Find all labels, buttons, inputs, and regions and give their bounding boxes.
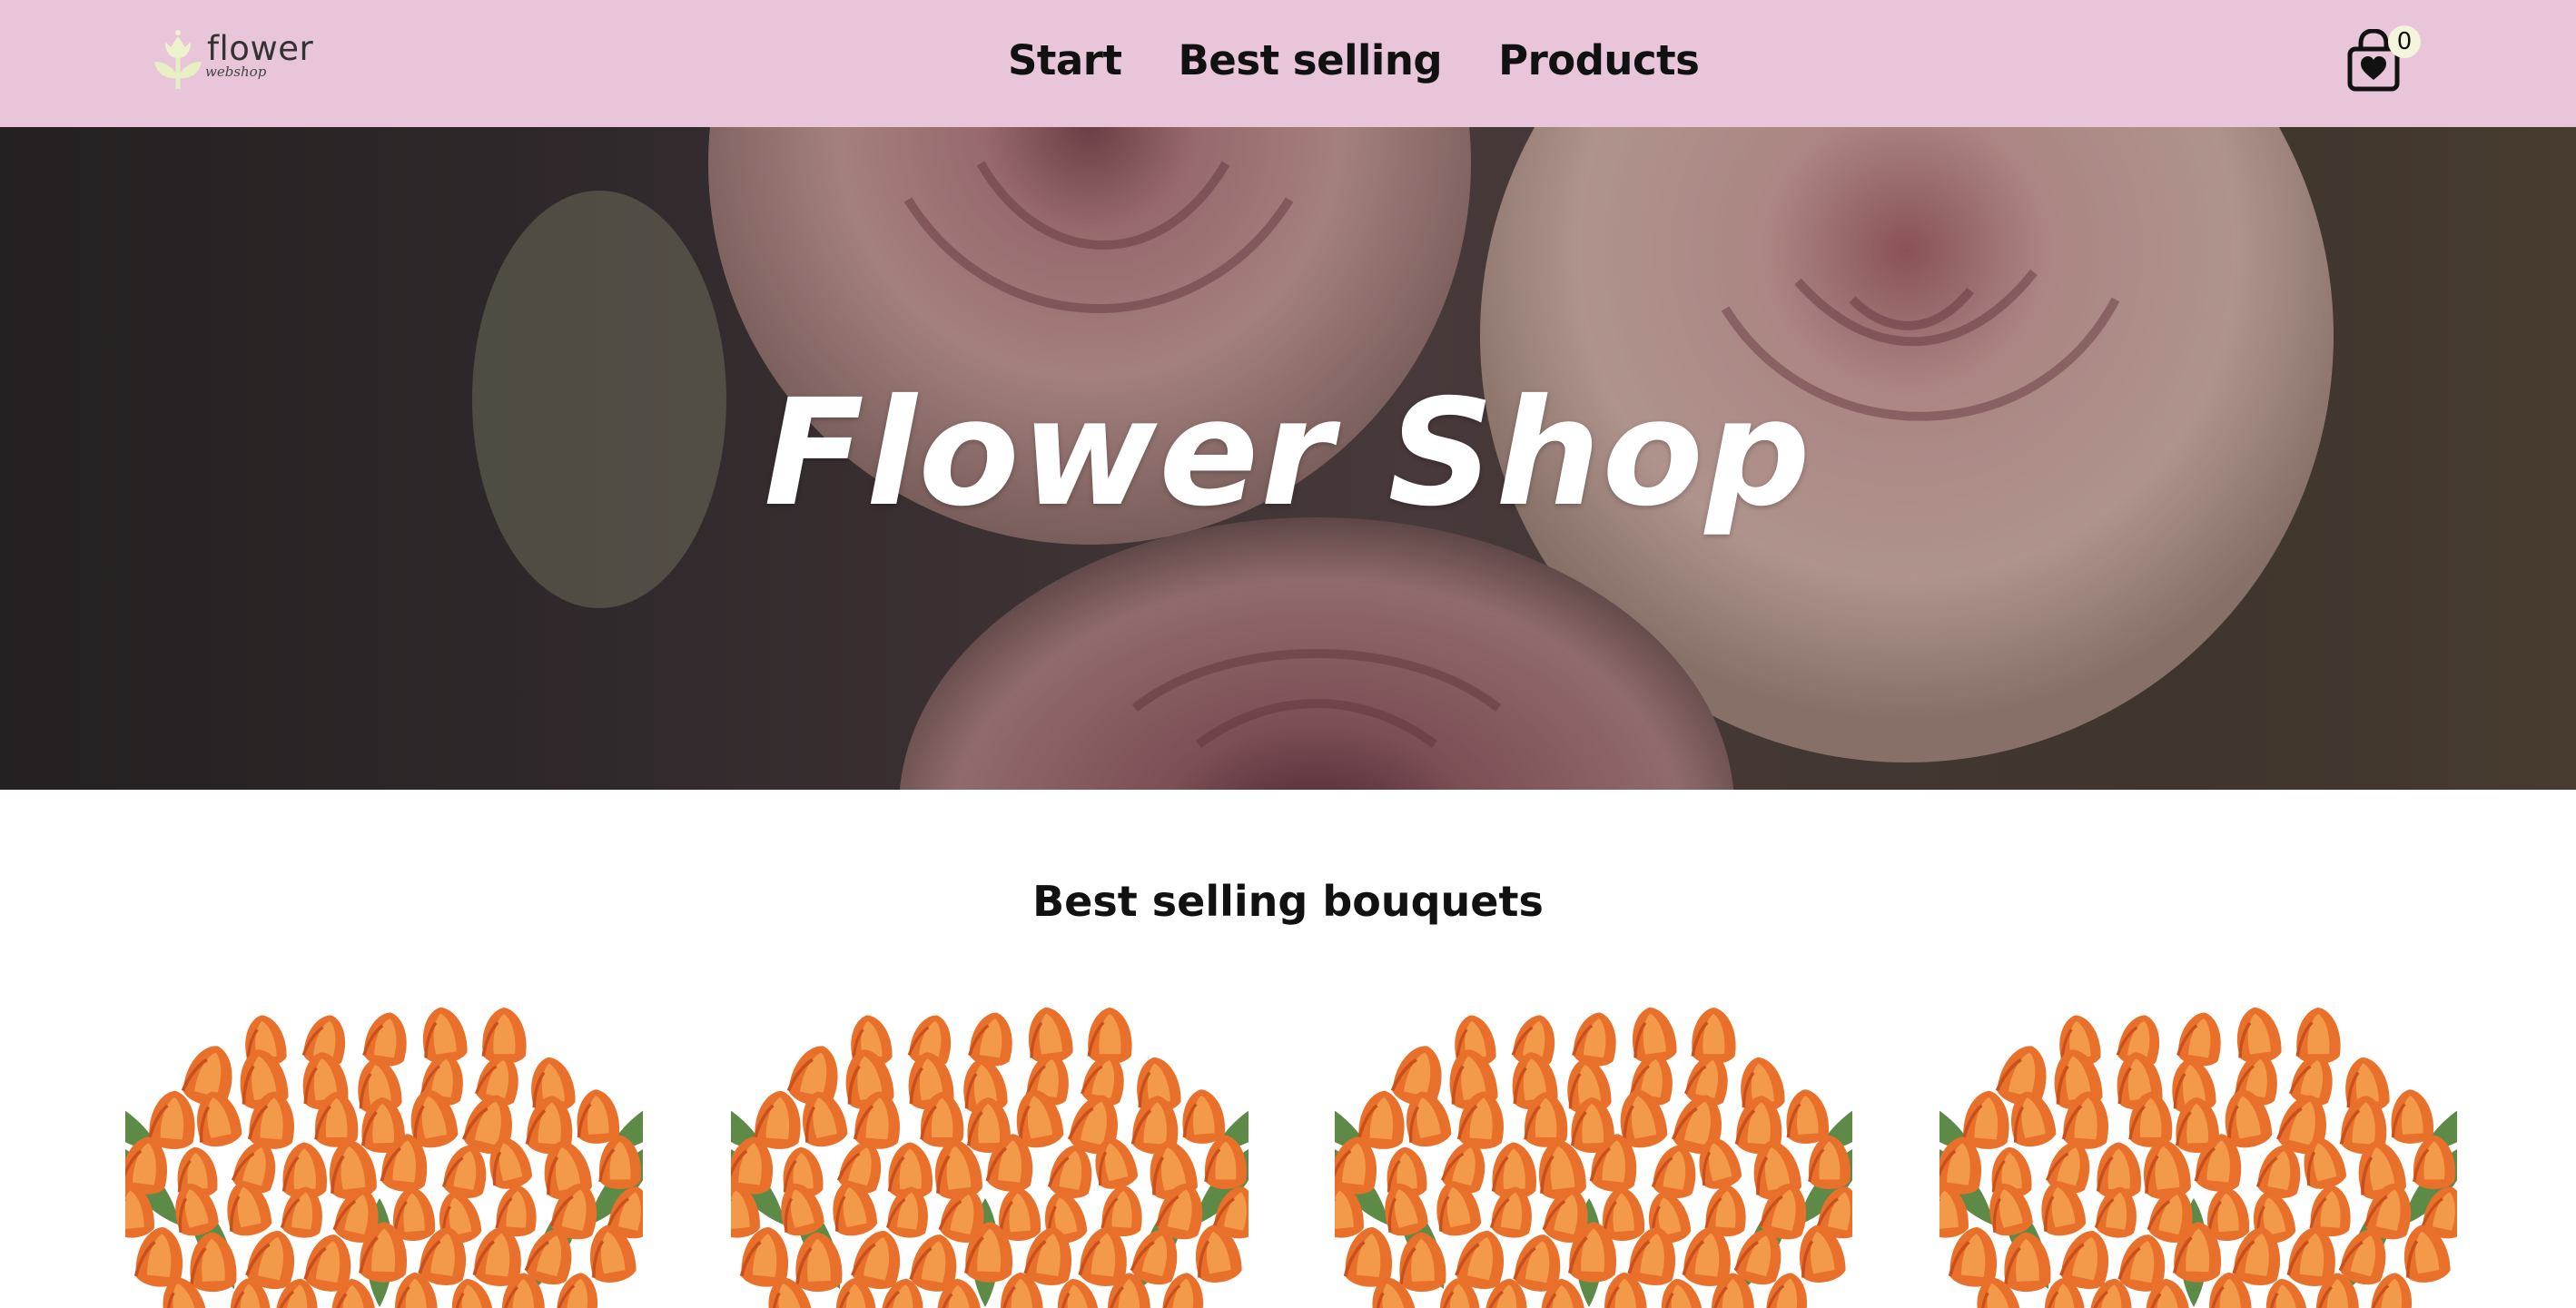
product-card[interactable]: [1939, 998, 2457, 1308]
nav-products[interactable]: Products: [1498, 34, 1700, 87]
product-card[interactable]: [731, 998, 1249, 1308]
product-card[interactable]: [1335, 998, 1852, 1308]
orange-tulip-bouquet: [1939, 1007, 2457, 1308]
hero-title: Flower Shop: [764, 369, 1812, 539]
best-selling-heading: Best selling bouquets: [1032, 877, 1544, 926]
logo-text: flower: [207, 29, 314, 68]
hero-banner: Flower Shop: [0, 127, 2576, 790]
top-navbar: flower webshop Start Best selling Produc…: [0, 0, 2576, 127]
logo[interactable]: flower webshop: [153, 25, 313, 91]
nav-start[interactable]: Start: [1008, 34, 1122, 87]
orange-tulip-bouquet: [125, 1007, 643, 1308]
nav-best-selling[interactable]: Best selling: [1179, 34, 1443, 87]
cart-button[interactable]: 0: [2339, 25, 2423, 94]
cart-count-badge: 0: [2388, 25, 2421, 58]
orange-tulip-bouquet: [731, 1007, 1249, 1308]
main-nav: Start Best selling Products: [1008, 34, 1700, 87]
orange-tulip-bouquet: [1335, 1007, 1852, 1308]
logo-subtext: webshop: [205, 64, 267, 80]
tulip-logo-icon: [154, 30, 202, 89]
product-card[interactable]: [125, 998, 643, 1308]
